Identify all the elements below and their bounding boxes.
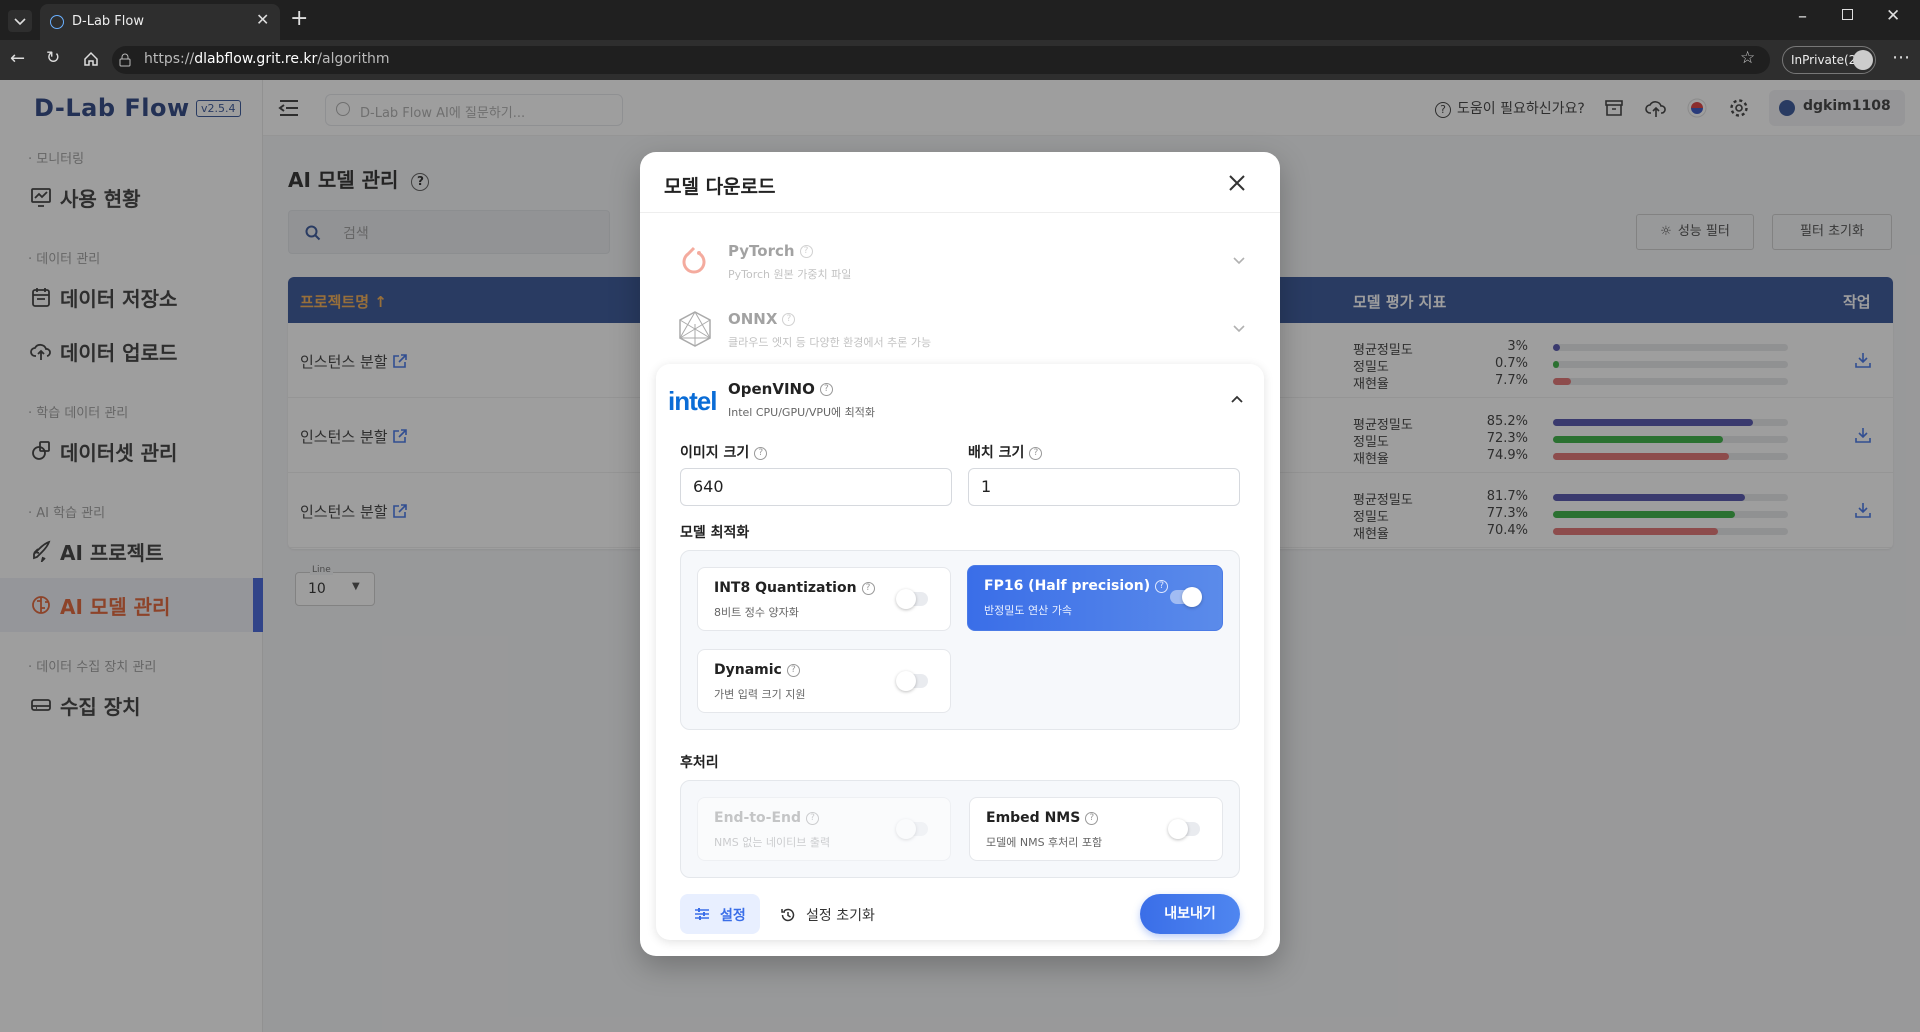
postprocess-group: End-to-End? NMS 없는 네이티브 출력 Embed NMS? 모델… bbox=[680, 780, 1240, 878]
end-to-end-name: End-to-End bbox=[714, 810, 802, 826]
dynamic-name: Dynamic bbox=[714, 662, 782, 678]
tab-list-button[interactable] bbox=[8, 10, 32, 32]
optimization-label: 모델 최적화 bbox=[680, 525, 750, 541]
image-size-help-icon[interactable]: ? bbox=[754, 446, 768, 460]
browser-tabbar: D-Lab Flow ✕ + – ✕ bbox=[0, 0, 1920, 40]
int8-toggle[interactable] bbox=[896, 589, 928, 609]
tab-close-icon[interactable]: ✕ bbox=[256, 10, 269, 29]
embed-nms-toggle[interactable] bbox=[1168, 819, 1200, 839]
modal-title: 모델 다운로드 bbox=[664, 176, 776, 198]
format-pytorch[interactable]: PyTorch? PyTorch 원본 가중치 파일 bbox=[660, 228, 1260, 294]
tab-title: D-Lab Flow bbox=[72, 14, 144, 29]
end-to-end-option: End-to-End? NMS 없는 네이티브 출력 bbox=[697, 797, 951, 861]
lock-icon bbox=[119, 53, 131, 67]
int8-quantization-option[interactable]: INT8 Quantization? 8비트 정수 양자화 bbox=[697, 567, 951, 631]
fp16-name: FP16 (Half precision) bbox=[984, 578, 1151, 594]
home-icon[interactable] bbox=[82, 50, 100, 68]
fp16-option[interactable]: FP16 (Half precision)? 반정밀도 연산 가속 bbox=[967, 565, 1223, 631]
pytorch-icon bbox=[682, 246, 706, 274]
image-size-label: 이미지 크기? bbox=[680, 442, 768, 462]
dynamic-desc: 가변 입력 크기 지원 bbox=[714, 688, 806, 701]
refresh-icon[interactable]: ↻ bbox=[46, 48, 60, 68]
history-icon bbox=[781, 908, 795, 922]
format-onnx[interactable]: ONNX? 클라우드 엣지 등 다양한 환경에서 추론 가능 bbox=[660, 296, 1260, 362]
format-onnx-name: ONNX bbox=[728, 310, 778, 328]
dynamic-help-icon[interactable]: ? bbox=[786, 663, 800, 677]
format-openvino-desc: Intel CPU/GPU/VPU에 최적화 bbox=[728, 406, 876, 419]
embed-nms-option[interactable]: Embed NMS? 모델에 NMS 후처리 포함 bbox=[969, 797, 1223, 861]
onnx-icon bbox=[679, 311, 711, 347]
reset-settings-button[interactable]: 설정 초기화 bbox=[780, 894, 890, 934]
chevron-down-icon bbox=[1233, 325, 1245, 333]
format-openvino-title[interactable]: OpenVINO? bbox=[728, 380, 833, 398]
inprivate-label: InPrivate(2) bbox=[1791, 53, 1861, 67]
model-download-modal: 모델 다운로드 PyTorch? PyTorch 원본 가중치 파일 ONNX?… bbox=[640, 152, 1280, 956]
embed-nms-name: Embed NMS bbox=[986, 810, 1081, 826]
format-pytorch-name: PyTorch bbox=[728, 242, 795, 260]
fp16-help-icon[interactable]: ? bbox=[1155, 579, 1169, 593]
batch-size-label-text: 배치 크기 bbox=[968, 445, 1025, 461]
sliders-icon bbox=[695, 908, 709, 920]
new-tab-icon[interactable]: + bbox=[290, 6, 308, 31]
end-to-end-help-icon: ? bbox=[806, 811, 820, 825]
embed-nms-desc: 모델에 NMS 후처리 포함 bbox=[986, 836, 1103, 849]
fp16-desc: 반정밀도 연산 가속 bbox=[984, 604, 1072, 617]
dynamic-toggle[interactable] bbox=[896, 671, 928, 691]
postprocess-label: 후처리 bbox=[680, 755, 719, 771]
export-button[interactable]: 내보내기 bbox=[1140, 894, 1240, 934]
int8-name: INT8 Quantization bbox=[714, 580, 857, 596]
format-pytorch-desc: PyTorch 원본 가중치 파일 bbox=[728, 268, 852, 281]
embed-nms-help-icon[interactable]: ? bbox=[1085, 811, 1099, 825]
image-size-input[interactable]: 640 bbox=[680, 468, 952, 506]
favorite-star-icon[interactable]: ☆ bbox=[1740, 48, 1755, 68]
format-onnx-desc: 클라우드 엣지 등 다양한 환경에서 추론 가능 bbox=[728, 336, 932, 349]
batch-size-label: 배치 크기? bbox=[968, 442, 1043, 462]
chevron-down-icon bbox=[1233, 257, 1245, 265]
intel-logo: intel bbox=[668, 386, 717, 416]
profile-avatar bbox=[1853, 50, 1873, 70]
url-field[interactable]: https://dlabflow.grit.re.kr/algorithm ☆ bbox=[112, 46, 1770, 74]
end-to-end-desc: NMS 없는 네이티브 출력 bbox=[714, 836, 831, 849]
dynamic-option[interactable]: Dynamic? 가변 입력 크기 지원 bbox=[697, 649, 951, 713]
fp16-toggle[interactable] bbox=[1170, 587, 1202, 607]
chevron-up-icon[interactable] bbox=[1230, 394, 1244, 404]
onnx-help-icon[interactable]: ? bbox=[782, 313, 796, 326]
tab-favicon-icon bbox=[50, 15, 64, 29]
browser-menu-icon[interactable]: ⋯ bbox=[1892, 47, 1910, 68]
pytorch-help-icon[interactable]: ? bbox=[799, 245, 813, 258]
window-close-icon[interactable]: ✕ bbox=[1886, 6, 1900, 26]
format-openvino-panel: intel OpenVINO? Intel CPU/GPU/VPU에 최적화 이… bbox=[656, 364, 1264, 940]
inprivate-badge[interactable]: InPrivate(2) bbox=[1782, 46, 1876, 74]
int8-desc: 8비트 정수 양자화 bbox=[714, 606, 799, 619]
url-prefix: https:// bbox=[144, 51, 195, 67]
reset-settings-label: 설정 초기화 bbox=[806, 908, 875, 924]
settings-button-label: 설정 bbox=[720, 908, 746, 924]
format-openvino-name: OpenVINO bbox=[728, 380, 815, 398]
address-bar: ← ↻ https://dlabflow.grit.re.kr/algorith… bbox=[0, 40, 1920, 80]
restore-icon[interactable] bbox=[1842, 9, 1853, 20]
openvino-help-icon[interactable]: ? bbox=[819, 383, 833, 396]
url-path: /algorithm bbox=[317, 51, 390, 67]
back-icon[interactable]: ← bbox=[10, 48, 25, 69]
browser-tab[interactable]: D-Lab Flow ✕ bbox=[40, 4, 280, 40]
modal-close-icon[interactable] bbox=[1228, 174, 1246, 192]
end-to-end-toggle bbox=[896, 819, 928, 839]
settings-button[interactable]: 설정 bbox=[680, 894, 760, 934]
batch-size-help-icon[interactable]: ? bbox=[1029, 446, 1043, 460]
int8-help-icon[interactable]: ? bbox=[861, 581, 875, 595]
optimization-group: INT8 Quantization? 8비트 정수 양자화 FP16 (Half… bbox=[680, 550, 1240, 730]
url-domain: dlabflow.grit.re.kr bbox=[194, 51, 318, 67]
batch-size-input[interactable]: 1 bbox=[968, 468, 1240, 506]
minimize-icon[interactable]: – bbox=[1798, 6, 1807, 27]
image-size-label-text: 이미지 크기 bbox=[680, 445, 750, 461]
modal-divider bbox=[640, 212, 1280, 213]
